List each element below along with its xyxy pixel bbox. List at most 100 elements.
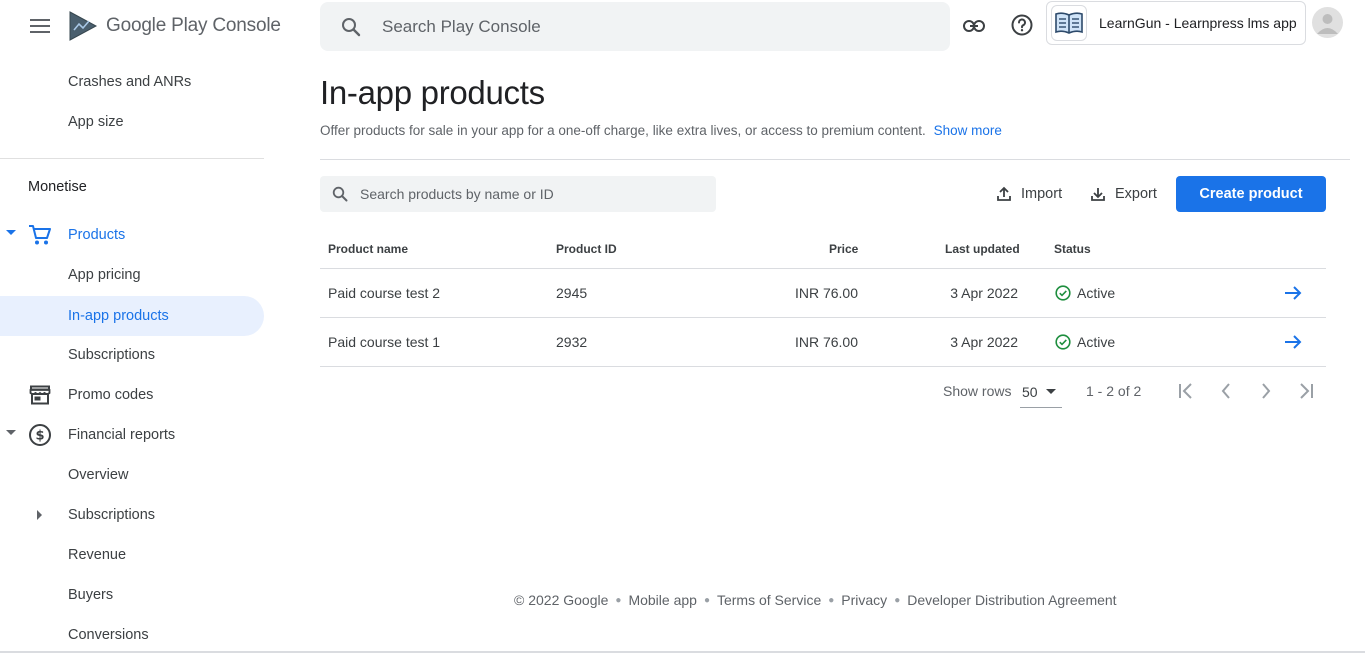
sidebar-item-promo-codes[interactable]: Promo codes — [0, 375, 264, 415]
first-page-icon — [1179, 383, 1192, 399]
footer-copyright: © 2022 Google — [514, 592, 609, 608]
last-page-button[interactable] — [1293, 378, 1319, 404]
import-button[interactable]: Import — [996, 176, 1062, 212]
last-updated-cell: 3 Apr 2022 — [950, 285, 1018, 301]
hamburger-menu-button[interactable] — [26, 14, 54, 38]
sidebar-item-label: Financial reports — [68, 427, 176, 443]
show-more-link[interactable]: Show more — [934, 123, 1002, 138]
sidebar-item-revenue[interactable]: Revenue — [0, 535, 264, 575]
next-page-button[interactable] — [1253, 378, 1279, 404]
column-header-product-name[interactable]: Product name — [328, 242, 408, 256]
column-header-price[interactable]: Price — [829, 242, 858, 256]
sidebar-item-subscriptions[interactable]: Subscriptions — [0, 335, 264, 375]
create-product-button[interactable]: Create product — [1176, 176, 1326, 212]
footer-link-dda[interactable]: Developer Distribution Agreement — [907, 592, 1116, 608]
sidebar-item-overview[interactable]: Overview — [0, 455, 264, 495]
footer-separator: ● — [703, 594, 710, 606]
help-button[interactable] — [1006, 9, 1038, 41]
sidebar-item-conversions[interactable]: Conversions — [0, 615, 264, 653]
play-console-logo-icon — [69, 11, 98, 41]
previous-page-button[interactable] — [1213, 378, 1239, 404]
page-description-text: Offer products for sale in your app for … — [320, 123, 926, 138]
product-search-input[interactable] — [360, 186, 700, 202]
last-updated-cell: 3 Apr 2022 — [950, 334, 1018, 350]
product-id-cell: 2932 — [556, 334, 588, 350]
import-label: Import — [1021, 186, 1063, 202]
show-rows-label: Show rows — [943, 383, 1012, 399]
column-header-product-id[interactable]: Product ID — [556, 242, 617, 256]
status-label: Active — [1077, 285, 1116, 301]
product-search[interactable] — [320, 176, 716, 212]
sidebar-section-title: Monetise — [28, 179, 87, 195]
menu-icon — [30, 19, 50, 33]
footer-separator: ● — [828, 594, 835, 606]
status-label: Active — [1077, 334, 1116, 350]
price-cell: INR 76.00 — [794, 334, 858, 350]
sidebar-item-financial-reports[interactable]: $ Financial reports — [0, 415, 264, 455]
dollar-icon: $ — [27, 423, 53, 447]
product-name-cell: Paid course test 1 — [328, 334, 441, 350]
page-title: In-app products — [320, 74, 545, 111]
footer-separator: ● — [615, 594, 622, 606]
rows-per-page-select[interactable]: 50 — [1020, 376, 1062, 408]
check-circle-icon — [1055, 285, 1071, 301]
account-avatar[interactable] — [1312, 7, 1343, 38]
sidebar-item-buyers[interactable]: Buyers — [0, 575, 264, 615]
last-page-icon — [1300, 383, 1313, 399]
column-header-last-updated[interactable]: Last updated — [945, 242, 1020, 256]
sidebar-item-app-pricing[interactable]: App pricing — [0, 255, 264, 295]
link-icon — [963, 20, 985, 32]
rows-per-page-value: 50 — [1022, 383, 1038, 400]
sidebar-item-label: In-app products — [68, 308, 169, 324]
chevron-down-icon — [6, 430, 16, 435]
header-divider — [320, 159, 1350, 160]
sidebar-item-label: Conversions — [68, 627, 149, 643]
sidebar-item-financial-subscriptions[interactable]: Subscriptions — [0, 495, 264, 535]
book-icon — [1051, 5, 1087, 41]
table-row[interactable]: Paid course test 1 2932 INR 76.00 3 Apr … — [320, 317, 1326, 366]
sidebar-item-label: Revenue — [68, 547, 127, 563]
copy-link-button[interactable] — [958, 10, 990, 42]
product-name-cell: Paid course test 2 — [328, 285, 441, 301]
product-id-cell: 2945 — [556, 285, 588, 301]
dropdown-arrow-icon — [1045, 388, 1056, 394]
status-cell: Active — [1055, 285, 1115, 301]
chevron-right-icon — [37, 510, 42, 520]
sidebar-item-label: Subscriptions — [68, 347, 156, 363]
table-row[interactable]: Paid course test 2 2945 INR 76.00 3 Apr … — [320, 268, 1326, 317]
status-cell: Active — [1055, 334, 1115, 350]
user-icon — [1317, 14, 1338, 34]
sidebar-item-label: Products — [68, 227, 126, 243]
sidebar-item-label: App size — [68, 114, 124, 130]
sidebar-item-products[interactable]: Products — [0, 215, 264, 255]
play-console-logo[interactable]: Google Play Console — [68, 10, 281, 42]
footer-link-terms[interactable]: Terms of Service — [717, 592, 821, 608]
footer-link-privacy[interactable]: Privacy — [841, 592, 887, 608]
sidebar-item-crashes-anrs[interactable]: Crashes and ANRs — [0, 62, 264, 102]
chevron-down-icon — [6, 230, 16, 235]
logo-text: Google Play Console — [106, 15, 281, 36]
footer-link-mobile-app[interactable]: Mobile app — [628, 592, 697, 608]
sidebar-item-label: App pricing — [68, 267, 141, 283]
sidebar-item-label: Promo codes — [68, 387, 154, 403]
sidebar-item-label: Buyers — [68, 587, 114, 603]
chevron-right-icon — [1262, 383, 1271, 399]
sidebar-item-app-size[interactable]: App size — [0, 102, 264, 142]
arrow-right-icon[interactable] — [1282, 332, 1304, 352]
store-icon — [27, 383, 53, 407]
price-cell: INR 76.00 — [794, 285, 858, 301]
arrow-right-icon[interactable] — [1282, 283, 1304, 303]
page-description: Offer products for sale in your app for … — [320, 123, 1002, 138]
export-button[interactable]: Export — [1090, 176, 1157, 212]
sidebar-divider — [0, 158, 264, 159]
sidebar-item-label: Crashes and ANRs — [68, 74, 192, 90]
play-console-search-input[interactable] — [382, 16, 922, 37]
first-page-button[interactable] — [1173, 378, 1199, 404]
help-icon — [1011, 14, 1033, 36]
app-selector[interactable]: LearnGun - Learnpress lms app — [1046, 1, 1306, 45]
column-header-status[interactable]: Status — [1054, 242, 1091, 256]
play-console-search[interactable] — [320, 2, 950, 51]
cart-icon — [27, 223, 53, 247]
pagination-range: 1 - 2 of 2 — [1086, 383, 1142, 399]
sidebar-item-in-app-products[interactable]: In-app products — [0, 296, 264, 336]
